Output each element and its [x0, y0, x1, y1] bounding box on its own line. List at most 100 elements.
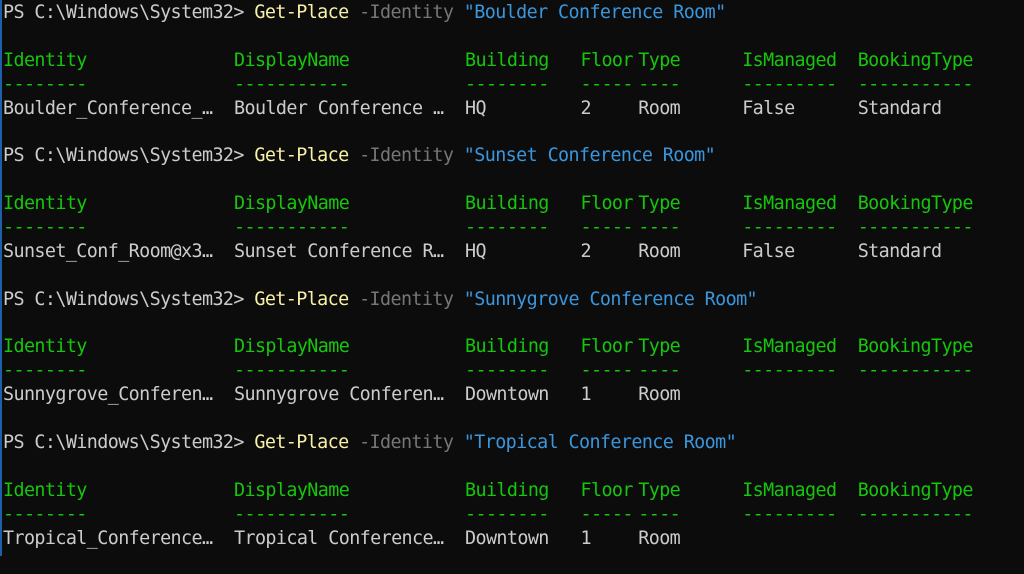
table-underline-cell: ----------- [857, 217, 974, 239]
table-row-cell: Room [638, 384, 681, 406]
table-header-cell: Type [638, 49, 681, 71]
command-line: PS C:\Windows\System32> Get-Place -Ident… [3, 288, 1024, 312]
table-underline-cell: -------- [465, 503, 549, 525]
table-row-cell: Room [638, 240, 681, 262]
table-header-cell: Identity [3, 193, 87, 215]
table-header-cell: Floor [580, 49, 634, 71]
table-row-cell: Boulder Conference … [234, 97, 444, 119]
table-row-cell: 1 [580, 527, 592, 549]
table-row-cell: HQ [465, 97, 487, 119]
table-header-cell: BookingType [857, 336, 974, 358]
table-row-cell: Standard [857, 240, 942, 262]
table-header-cell: BookingType [857, 479, 974, 501]
prompt: PS C:\Windows\System32> [3, 432, 255, 454]
table-header-cell: Type [638, 479, 681, 501]
table-header-cell: Type [638, 336, 681, 358]
table-underline-cell: --------- [742, 503, 837, 525]
table-underline-cell: -------- [3, 360, 87, 382]
prompt: PS C:\Windows\System32> [3, 2, 255, 23]
table-row-cell: 2 [580, 240, 592, 262]
table-row: Sunset_Conf_Room@x3… Sunset Conference R…… [3, 240, 1024, 264]
cmdlet-name: Get-Place [254, 288, 349, 310]
table-header-cell: Building [465, 479, 549, 501]
table-header-cell: IsManaged [742, 193, 837, 215]
table-header-cell: DisplayName [234, 336, 350, 358]
table-row-cell: Sunnygrove_Conferen… [3, 384, 213, 406]
identity-argument: "Sunset Conference Room" [463, 145, 716, 167]
table-underline-cell: ----------- [857, 503, 974, 525]
table-row-cell: Sunset Conference R… [234, 240, 444, 262]
table-underline-cell: ----- [580, 217, 634, 239]
table-header-cell: Building [465, 49, 549, 71]
table-underline: -------- ----------- -------- ----- ---- ----… [3, 216, 1024, 240]
table-row-cell: 2 [580, 97, 592, 119]
table-underline-cell: -------- [465, 217, 549, 239]
table-underline-cell: ---- [638, 503, 681, 525]
table-header-cell: DisplayName [234, 49, 350, 71]
table-underline-cell: --------- [742, 217, 837, 239]
parameter-name: -Identity [348, 432, 464, 454]
table-underline-cell: ----------- [234, 73, 350, 95]
table-underline-cell: -------- [3, 503, 87, 525]
table-underline-cell: ----- [580, 503, 634, 525]
table-row-cell: 1 [580, 384, 592, 406]
table-header-cell: Identity [3, 49, 87, 71]
parameter-name: -Identity [348, 2, 464, 23]
table-underline-cell: -------- [3, 217, 87, 239]
window-left-edge [0, 0, 2, 556]
table-header-cell: BookingType [857, 193, 974, 215]
table-underline-cell: ---- [638, 73, 681, 95]
table-header-cell: Type [638, 193, 681, 215]
cmdlet-name: Get-Place [254, 432, 349, 454]
table-row-cell: Tropical Conference… [234, 527, 444, 549]
table-row-cell: Standard [857, 97, 942, 119]
table-underline: -------- ----------- -------- ----- ---- ----… [3, 503, 1024, 527]
table-row-cell: Sunnygrove Conferen… [234, 384, 444, 406]
table-header: Identity DisplayName Building Floor Type IsMa… [3, 49, 1024, 73]
powershell-console[interactable]: PS C:\Windows\System32> Get-Place -Ident… [3, 1, 1024, 574]
table-underline-cell: ---- [638, 360, 681, 382]
table-row-cell: HQ [465, 240, 487, 262]
command-line: PS C:\Windows\System32> Get-Place -Ident… [3, 431, 1024, 455]
table-header: Identity DisplayName Building Floor Type IsMa… [3, 335, 1024, 359]
table-underline-cell: ----------- [234, 217, 350, 239]
command-line: PS C:\Windows\System32> Get-Place -Ident… [3, 1, 1024, 25]
parameter-name: -Identity [348, 145, 464, 167]
table-header-cell: DisplayName [234, 193, 350, 215]
table-row: Sunnygrove_Conferen… Sunnygrove Conferen…… [3, 383, 1024, 407]
table-underline-cell: ----- [580, 73, 634, 95]
table-underline: -------- ----------- -------- ----- ---- ----… [3, 73, 1024, 97]
table-header-cell: Floor [580, 479, 634, 501]
table-header-cell: Identity [3, 336, 87, 358]
cmdlet-name: Get-Place [254, 145, 349, 167]
table-underline-cell: -------- [3, 73, 87, 95]
table-header-cell: IsManaged [742, 479, 837, 501]
table-row-cell: Boulder_Conference_… [3, 97, 213, 119]
identity-argument: "Sunnygrove Conference Room" [463, 288, 758, 310]
prompt: PS C:\Windows\System32> [3, 288, 255, 310]
table-underline-cell: -------- [465, 360, 549, 382]
table-underline-cell: ---- [638, 217, 681, 239]
table-row-cell: Tropical_Conference… [3, 527, 213, 549]
table-header: Identity DisplayName Building Floor Type IsMa… [3, 479, 1024, 503]
table-row-cell: Room [638, 527, 681, 549]
command-line: PS C:\Windows\System32> Get-Place -Ident… [3, 144, 1024, 168]
table-row-cell: Downtown [465, 384, 549, 406]
table-header-cell: Identity [3, 479, 87, 501]
identity-argument: "Tropical Conference Room" [463, 432, 737, 454]
table-row: Boulder_Conference_… Boulder Conference …… [3, 97, 1024, 121]
table-row: Tropical_Conference… Tropical Conference…… [3, 527, 1024, 551]
table-header-cell: Floor [580, 336, 634, 358]
table-header-cell: Building [465, 193, 549, 215]
table-header-cell: BookingType [857, 49, 974, 71]
table-header-cell: IsManaged [742, 336, 837, 358]
table-row-cell: Sunset_Conf_Room@x3… [3, 240, 213, 262]
